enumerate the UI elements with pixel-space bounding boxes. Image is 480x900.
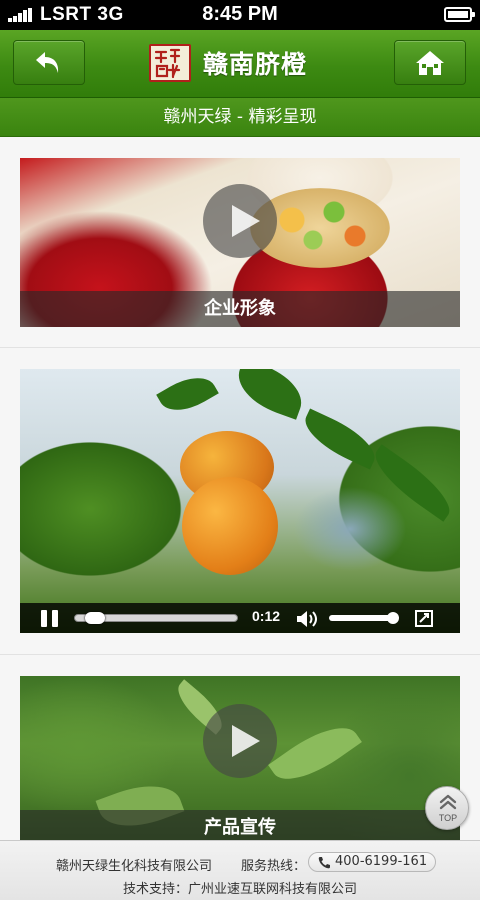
footer-hotline-label: 服务热线： xyxy=(241,859,307,874)
thumbnail-caption: 企业形象 xyxy=(20,291,460,327)
list-item: 0:12 xyxy=(0,348,480,655)
volume-icon[interactable] xyxy=(295,610,319,628)
back-arrow-icon xyxy=(36,51,59,73)
leaf-image xyxy=(365,444,460,522)
current-time: 0:12 xyxy=(252,608,281,624)
video-thumbnail-product[interactable]: 产品宣传 xyxy=(20,676,460,840)
pause-button[interactable] xyxy=(41,610,59,627)
thumbnail-caption: 产品宣传 xyxy=(20,810,460,840)
leaf-image xyxy=(268,713,362,794)
seal-logo-icon xyxy=(149,44,191,82)
home-icon xyxy=(416,50,444,75)
phone-number: 400-6199-161 xyxy=(335,854,428,869)
list-item: 企业形象 xyxy=(0,137,480,348)
video-thumbnail-corporate[interactable]: 企业形象 xyxy=(20,158,460,327)
content-list[interactable]: 企业形象 0:12 产品宣传 xyxy=(0,137,480,840)
double-chevron-up-icon xyxy=(439,794,457,810)
app-header: 赣南脐橙 xyxy=(0,30,480,98)
home-button[interactable] xyxy=(394,40,466,85)
status-bar: LSRT 3G 8:45 PM xyxy=(0,0,480,30)
volume-handle[interactable] xyxy=(387,612,399,624)
back-to-top-button[interactable]: TOP xyxy=(425,786,469,830)
app-title: 赣南脐橙 xyxy=(203,50,308,79)
fullscreen-icon[interactable] xyxy=(415,610,433,627)
leaf-image xyxy=(230,369,310,420)
play-icon[interactable] xyxy=(203,704,277,778)
video-player[interactable]: 0:12 xyxy=(20,369,460,633)
video-controls: 0:12 xyxy=(20,603,460,633)
leaf-image xyxy=(297,408,383,470)
footer-support: 技术支持：广州业速互联网科技有限公司 xyxy=(122,882,357,897)
back-button[interactable] xyxy=(13,40,85,85)
top-label: TOP xyxy=(438,813,458,823)
list-item: 产品宣传 xyxy=(0,655,480,840)
page-subtitle: 赣州天绿 - 精彩呈现 xyxy=(0,98,480,137)
footer-company: 赣州天绿生化科技有限公司 xyxy=(56,859,213,874)
play-icon[interactable] xyxy=(203,184,277,258)
volume-slider[interactable] xyxy=(329,612,399,624)
seek-handle[interactable] xyxy=(84,612,105,624)
phone-icon xyxy=(318,857,330,869)
leaf-image xyxy=(156,369,219,421)
seek-bar[interactable] xyxy=(74,612,238,624)
phone-button[interactable]: 400-6199-161 xyxy=(308,852,436,872)
status-clock: 8:45 PM xyxy=(202,3,278,25)
footer: 赣州天绿生化科技有限公司 服务热线： 400-6199-161 技术支持：广州业… xyxy=(0,840,480,900)
brand: 赣南脐橙 xyxy=(149,43,307,83)
battery-icon xyxy=(444,7,475,22)
orange-image xyxy=(182,477,278,575)
